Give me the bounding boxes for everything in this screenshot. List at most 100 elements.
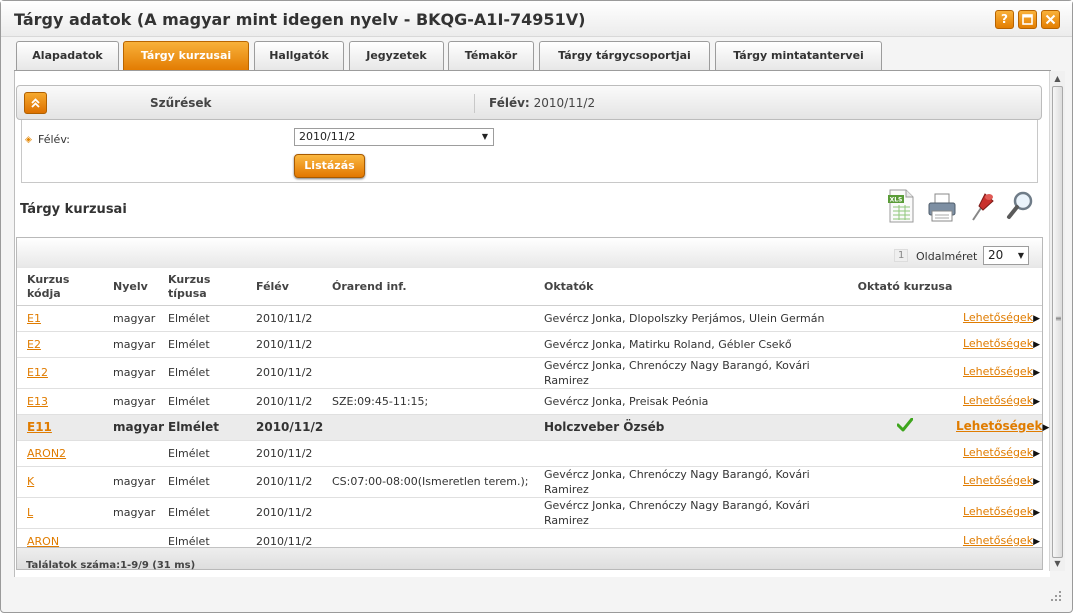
felev-summary-label: Félév:: [489, 96, 530, 110]
filter-separator: [474, 94, 475, 113]
cell-oktato-kurzusa: [854, 497, 956, 529]
filter-body: ◈ Félév: 2010/11/2 ▼ Listázás: [21, 120, 1038, 183]
options-link[interactable]: Lehetőségek: [963, 337, 1033, 350]
cell-oktatok: Gevércz Jonka, Dlopolszky Perjámos, Ulei…: [534, 305, 854, 332]
options-link[interactable]: Lehetőségek: [963, 311, 1033, 324]
scroll-down-icon[interactable]: ▼: [1053, 559, 1062, 568]
close-button[interactable]: [1041, 10, 1060, 29]
col-header-type[interactable]: Kurzus típusa: [158, 269, 246, 306]
result-count: Találatok száma:1-9/9 (31 ms): [26, 560, 196, 571]
scroll-thumb[interactable]: ≡: [1052, 86, 1063, 558]
col-header-oktatok[interactable]: Oktatók: [534, 269, 854, 306]
table-row[interactable]: ARON2 Elmélet 2010/11/2 Lehetőségek▶: [17, 440, 1042, 467]
options-link[interactable]: Lehetőségek: [963, 365, 1033, 378]
felev-label: Félév:: [38, 133, 70, 146]
cell-code: E1: [17, 305, 103, 332]
cell-type: Elmélet: [158, 440, 246, 467]
help-icon: ?: [1001, 12, 1008, 26]
help-button[interactable]: ?: [995, 10, 1014, 29]
col-header-felev[interactable]: Félév: [246, 269, 322, 306]
course-code-link[interactable]: L: [27, 506, 33, 519]
maximize-button[interactable]: [1018, 10, 1037, 29]
course-code-link[interactable]: ARON: [27, 535, 59, 548]
course-code-link[interactable]: E13: [27, 395, 48, 408]
tab-hallgatok[interactable]: Hallgatók: [254, 41, 344, 71]
diamond-icon: ◈: [25, 135, 32, 145]
cell-code: E12: [17, 357, 103, 389]
table-row[interactable]: E13 magyar Elmélet 2010/11/2 SZE:09:45-11:15…: [17, 388, 1042, 415]
print-icon[interactable]: [926, 188, 958, 224]
options-link[interactable]: Lehetőségek: [963, 534, 1033, 547]
cell-felev: 2010/11/2: [246, 305, 322, 332]
cell-felev: 2010/11/2: [246, 331, 322, 358]
pagesize-select[interactable]: 20 ▼: [983, 246, 1029, 265]
maximize-icon: [1022, 14, 1033, 25]
col-header-code[interactable]: Kurzus kódja: [17, 269, 103, 306]
course-code-link[interactable]: E11: [27, 420, 52, 434]
cell-type: Elmélet: [158, 497, 246, 529]
cell-lang: magyar: [103, 497, 158, 529]
grid-footer: Találatok száma:1-9/9 (31 ms): [17, 547, 1042, 571]
cell-lang: magyar: [103, 388, 158, 415]
cell-actions: Lehetőségek▶: [956, 497, 1042, 529]
cell-lang: [103, 440, 158, 467]
svg-text:XLS: XLS: [890, 197, 903, 204]
tab-temakor[interactable]: Témakör: [448, 41, 534, 71]
cell-oktatok: Gevércz Jonka, Preisak Peónia: [534, 388, 854, 415]
col-header-lang[interactable]: Nyelv: [103, 269, 158, 306]
table-row[interactable]: E11 magyar Elmélet 2010/11/2 Holczveber Özsé…: [17, 414, 1049, 441]
pin-icon[interactable]: [965, 188, 997, 224]
vertical-scrollbar[interactable]: ▲ ≡ ▼: [1049, 71, 1065, 571]
search-icon[interactable]: [1004, 188, 1036, 224]
excel-export-icon[interactable]: XLS: [886, 188, 918, 224]
table-row[interactable]: E2 magyar Elmélet 2010/11/2 Gevércz Jonka, M…: [17, 331, 1042, 358]
table-row[interactable]: E12 magyar Elmélet 2010/11/2 Gevércz Jonka, …: [17, 357, 1042, 389]
col-header-orarend[interactable]: Órarend inf.: [322, 269, 534, 306]
cell-oktato-kurzusa: [854, 331, 956, 358]
course-code-link[interactable]: K: [27, 475, 34, 488]
tab-jegyzetek[interactable]: Jegyzetek: [349, 41, 444, 71]
tab-targycsoportjai[interactable]: Tárgy tárgycsoportjai: [539, 41, 710, 71]
col-header-actions: [956, 269, 1042, 306]
triangle-right-icon: ▶: [1033, 396, 1040, 407]
options-link[interactable]: Lehetőségek: [963, 474, 1033, 487]
cell-actions: Lehetőségek▶: [956, 305, 1042, 332]
course-code-link[interactable]: E12: [27, 366, 48, 379]
cell-type: Elmélet: [158, 388, 246, 415]
title-bar[interactable]: Tárgy adatok (A magyar mint idegen nyelv…: [1, 1, 1072, 37]
triangle-right-icon: ▶: [1042, 422, 1050, 433]
felev-select[interactable]: 2010/11/2 ▼: [294, 128, 494, 146]
options-link[interactable]: Lehetőségek: [963, 505, 1033, 518]
course-code-link[interactable]: E2: [27, 338, 41, 351]
cell-oktato-kurzusa: [854, 414, 956, 441]
resize-grip-icon[interactable]: [1048, 588, 1064, 604]
options-link[interactable]: Lehetőségek: [956, 419, 1042, 433]
dropdown-arrow-icon: ▼: [1017, 251, 1024, 260]
table-row[interactable]: Kmagyar Elmélet 2010/11/2 CS:07:00-08:00(Is…: [17, 466, 1042, 498]
course-code-link[interactable]: E1: [27, 312, 41, 325]
tab-targy-kurzusai[interactable]: Tárgy kurzusai: [123, 41, 249, 71]
felev-summary-value: 2010/11/2: [533, 96, 596, 110]
double-chevron-up-icon: [31, 98, 40, 108]
courses-grid: 1 Oldalméret 20 ▼ Kurzus kódja Nyelv Kurz…: [16, 237, 1049, 571]
collapse-filter-button[interactable]: [24, 92, 47, 114]
cell-type: Elmélet: [158, 331, 246, 358]
triangle-right-icon: ▶: [1033, 339, 1040, 350]
cell-lang: magyar: [103, 305, 158, 332]
page-number[interactable]: 1: [894, 249, 909, 262]
col-header-oktato-kurzusa[interactable]: Oktató kurzusa: [854, 269, 956, 306]
options-link[interactable]: Lehetőségek: [963, 394, 1033, 407]
course-code-link[interactable]: ARON2: [27, 447, 66, 460]
cell-felev: 2010/11/2: [246, 497, 322, 529]
table-row[interactable]: E1 magyar Elmélet 2010/11/2 Gevércz Jonka, D…: [17, 305, 1042, 332]
scroll-up-icon[interactable]: ▲: [1053, 74, 1062, 83]
dropdown-arrow-icon: ▼: [481, 132, 488, 141]
table-row[interactable]: Lmagyar Elmélet 2010/11/2 Gevércz Jonka, Ch…: [17, 497, 1042, 529]
cell-orarend: SZE:09:45-11:15;: [322, 388, 534, 415]
options-link[interactable]: Lehetőségek: [963, 446, 1033, 459]
tab-mintatantervei[interactable]: Tárgy mintatantervei: [715, 41, 882, 71]
cell-type: Elmélet: [158, 466, 246, 498]
tab-alapadatok[interactable]: Alapadatok: [16, 41, 119, 71]
cell-oktatok: [534, 440, 854, 467]
list-button[interactable]: Listázás: [294, 154, 365, 178]
